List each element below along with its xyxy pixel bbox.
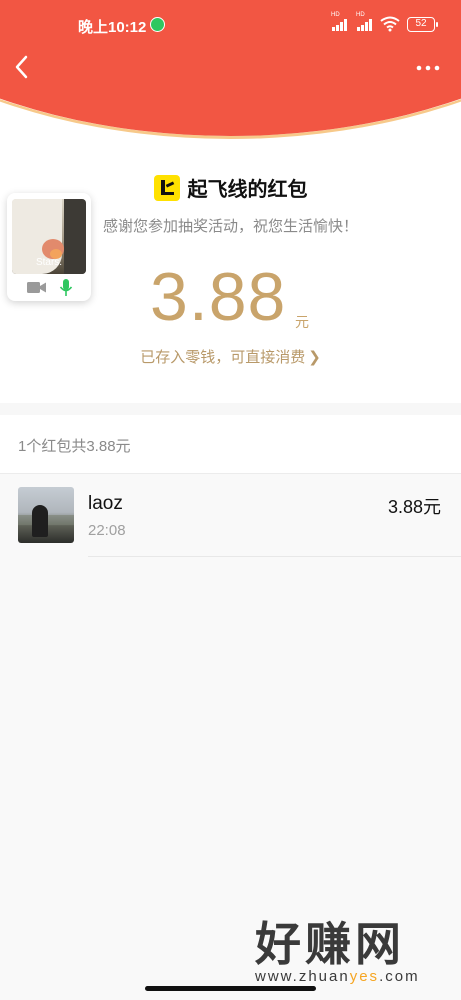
avatar[interactable] bbox=[18, 487, 74, 543]
recipient-amount: 3.88元 bbox=[387, 497, 441, 517]
status-time: 晚上10:12 bbox=[78, 19, 147, 36]
video-caption: Stars. bbox=[35, 257, 63, 268]
chevron-right-icon: ❯ bbox=[308, 349, 321, 366]
battery-icon: 52 bbox=[407, 17, 438, 32]
sender-logo-icon bbox=[153, 174, 180, 201]
list-item[interactable]: laoz 22:08 3.88元 bbox=[0, 474, 461, 558]
camera-icon[interactable] bbox=[27, 281, 47, 294]
floating-video-call-window[interactable]: Stars. bbox=[7, 193, 91, 301]
received-time: 22:08 bbox=[88, 522, 126, 539]
wallet-change-label: 已存入零钱，可直接消费 bbox=[140, 349, 306, 366]
summary-text: 1个红包共3.88元 bbox=[18, 438, 131, 455]
signal-icon-1 bbox=[332, 18, 347, 31]
recipient-name: laoz bbox=[88, 493, 123, 514]
site-watermark: 好赚网 www.zhuanyes.com bbox=[255, 918, 445, 985]
amount-unit: 元 bbox=[295, 314, 309, 330]
home-indicator[interactable] bbox=[145, 986, 316, 991]
wallet-change-link[interactable]: 已存入零钱，可直接消费 ❯ bbox=[0, 346, 461, 367]
watermark-url: www.zhuanyes.com bbox=[255, 968, 420, 985]
chevron-left-icon[interactable] bbox=[10, 52, 34, 82]
navigation-bar bbox=[0, 48, 461, 88]
microphone-icon[interactable] bbox=[59, 279, 73, 297]
more-dots-icon[interactable] bbox=[415, 58, 441, 78]
received-amount: 3.88 bbox=[150, 259, 287, 335]
video-preview: Stars. bbox=[12, 199, 86, 274]
divider bbox=[88, 556, 461, 557]
sender-name: 起飞线的红包 bbox=[187, 179, 308, 201]
wechat-notification-icon bbox=[150, 17, 165, 32]
packet-summary: 1个红包共3.88元 bbox=[0, 415, 461, 473]
wifi-icon bbox=[380, 16, 400, 32]
status-bar: 晚上10:12 HD HD 52 bbox=[0, 0, 461, 48]
watermark-title: 好赚网 bbox=[255, 918, 405, 970]
signal-icon-2 bbox=[357, 18, 372, 31]
